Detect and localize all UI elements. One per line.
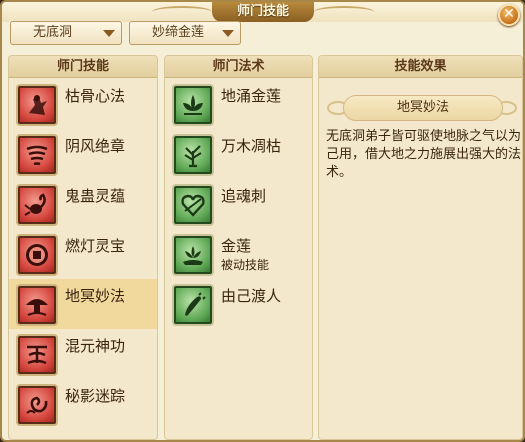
skill-label: 枯骨心法 [65, 87, 126, 105]
effect-skill-name: 地冥妙法 [343, 95, 503, 121]
coin-icon [16, 234, 58, 276]
skill-label: 阴风绝章 [65, 137, 126, 155]
skill-row-hunyuan[interactable]: 混元神功 [9, 329, 157, 379]
master-skills-header: 师门技能 [9, 56, 157, 78]
scorpion-icon [16, 184, 58, 226]
skill-dropdown[interactable]: 妙缔金莲 [129, 21, 241, 45]
spell-label: 追魂刺 [221, 187, 267, 205]
spell-label: 由己渡人 [221, 287, 282, 305]
passive-skill-tag: 被动技能 [221, 258, 270, 272]
skill-row-diming[interactable]: 地冥妙法 [9, 279, 157, 329]
skill-label: 秘影迷踪 [65, 387, 126, 405]
skill-row-yinfeng[interactable]: 阴风绝章 [9, 129, 157, 179]
sect-dropdown-value: 无底洞 [33, 25, 73, 40]
dancer-icon [16, 84, 58, 126]
close-icon[interactable]: ✕ [498, 4, 520, 26]
title-bar: 师门技能 [2, 2, 523, 22]
swirl-icon [16, 384, 58, 426]
skill-label: 混元神功 [65, 337, 126, 355]
tree-icon [172, 134, 214, 176]
chevron-down-icon [103, 30, 115, 37]
flower-icon [172, 234, 214, 276]
sect-dropdown[interactable]: 无底洞 [10, 21, 122, 45]
master-skills-panel: 师门技能 枯骨心法 阴风绝章 鬼蛊灵蕴 燃灯灵宝 地冥妙法 混元神功 秘影迷踪 [8, 55, 158, 440]
skill-label: 燃灯灵宝 [65, 237, 126, 255]
heart-icon [172, 184, 214, 226]
spell-row-zhuihun[interactable]: 追魂刺 [165, 179, 312, 229]
effect-description: 无底洞弟子皆可驱使地脉之气以为己用，借大地之力施展出强大的法术。 [326, 129, 522, 180]
spell-row-wanmu[interactable]: 万木凋枯 [165, 129, 312, 179]
spell-row-jinlian[interactable]: 金莲 被动技能 [165, 229, 312, 279]
effect-header: 技能效果 [319, 56, 522, 78]
spell-label: 万木凋枯 [221, 137, 282, 155]
effect-panel: 技能效果 地冥妙法 无底洞弟子皆可驱使地脉之气以为己用，借大地之力施展出强大的法… [318, 55, 523, 440]
sword-icon [172, 284, 214, 326]
chevron-down-icon [222, 30, 234, 37]
skill-dropdown-value: 妙缔金莲 [152, 25, 205, 40]
skill-label: 鬼蛊灵蕴 [65, 187, 126, 205]
skills-window: 师门技能 ✕ 无底洞 妙缔金莲 师门技能 枯骨心法 阴风绝章 鬼蛊灵蕴 燃灯灵宝… [0, 0, 525, 442]
skill-row-guigu[interactable]: 鬼蛊灵蕴 [9, 179, 157, 229]
mushroom-icon [16, 284, 58, 326]
spell-row-youji[interactable]: 由己渡人 [165, 279, 312, 329]
spell-label: 地涌金莲 [221, 87, 282, 105]
lotus-icon [172, 84, 214, 126]
skill-row-randeng[interactable]: 燃灯灵宝 [9, 229, 157, 279]
window-title: 师门技能 [212, 2, 314, 22]
spell-label: 金莲 [221, 237, 252, 255]
skill-row-miying[interactable]: 秘影迷踪 [9, 379, 157, 429]
spells-header: 师门法术 [165, 56, 312, 78]
skill-row-kugu[interactable]: 枯骨心法 [9, 79, 157, 129]
whirlwind-icon [16, 134, 58, 176]
title-ornament-right [314, 6, 374, 18]
spells-panel: 师门法术 地涌金莲 万木凋枯 追魂刺 金莲 被动技能 由己渡人 [164, 55, 313, 440]
vortex-icon [16, 334, 58, 376]
title-ornament-left [152, 6, 212, 18]
spell-row-diyong[interactable]: 地涌金莲 [165, 79, 312, 129]
skill-label: 地冥妙法 [65, 287, 126, 305]
